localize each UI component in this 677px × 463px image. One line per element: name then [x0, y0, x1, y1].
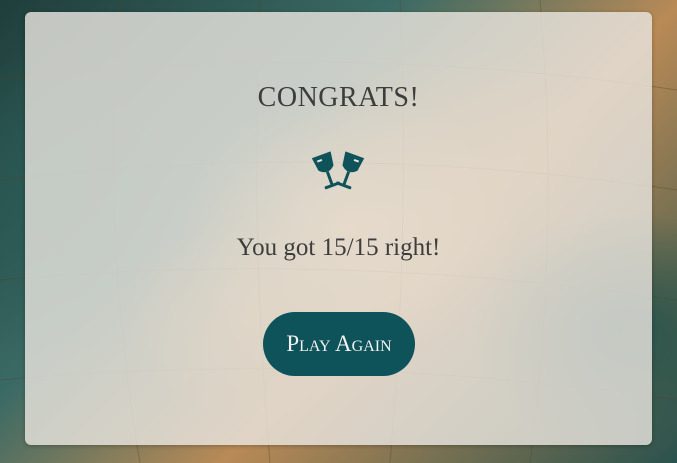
modal-title: CONGRATS!: [257, 82, 420, 113]
glasses-cheers-icon: [311, 151, 365, 190]
congrats-modal: CONGRATS! You got 15/15 right! Play Agai…: [25, 12, 652, 445]
play-again-button[interactable]: Play Again: [263, 312, 415, 376]
score-text: You got 15/15 right!: [236, 234, 441, 261]
